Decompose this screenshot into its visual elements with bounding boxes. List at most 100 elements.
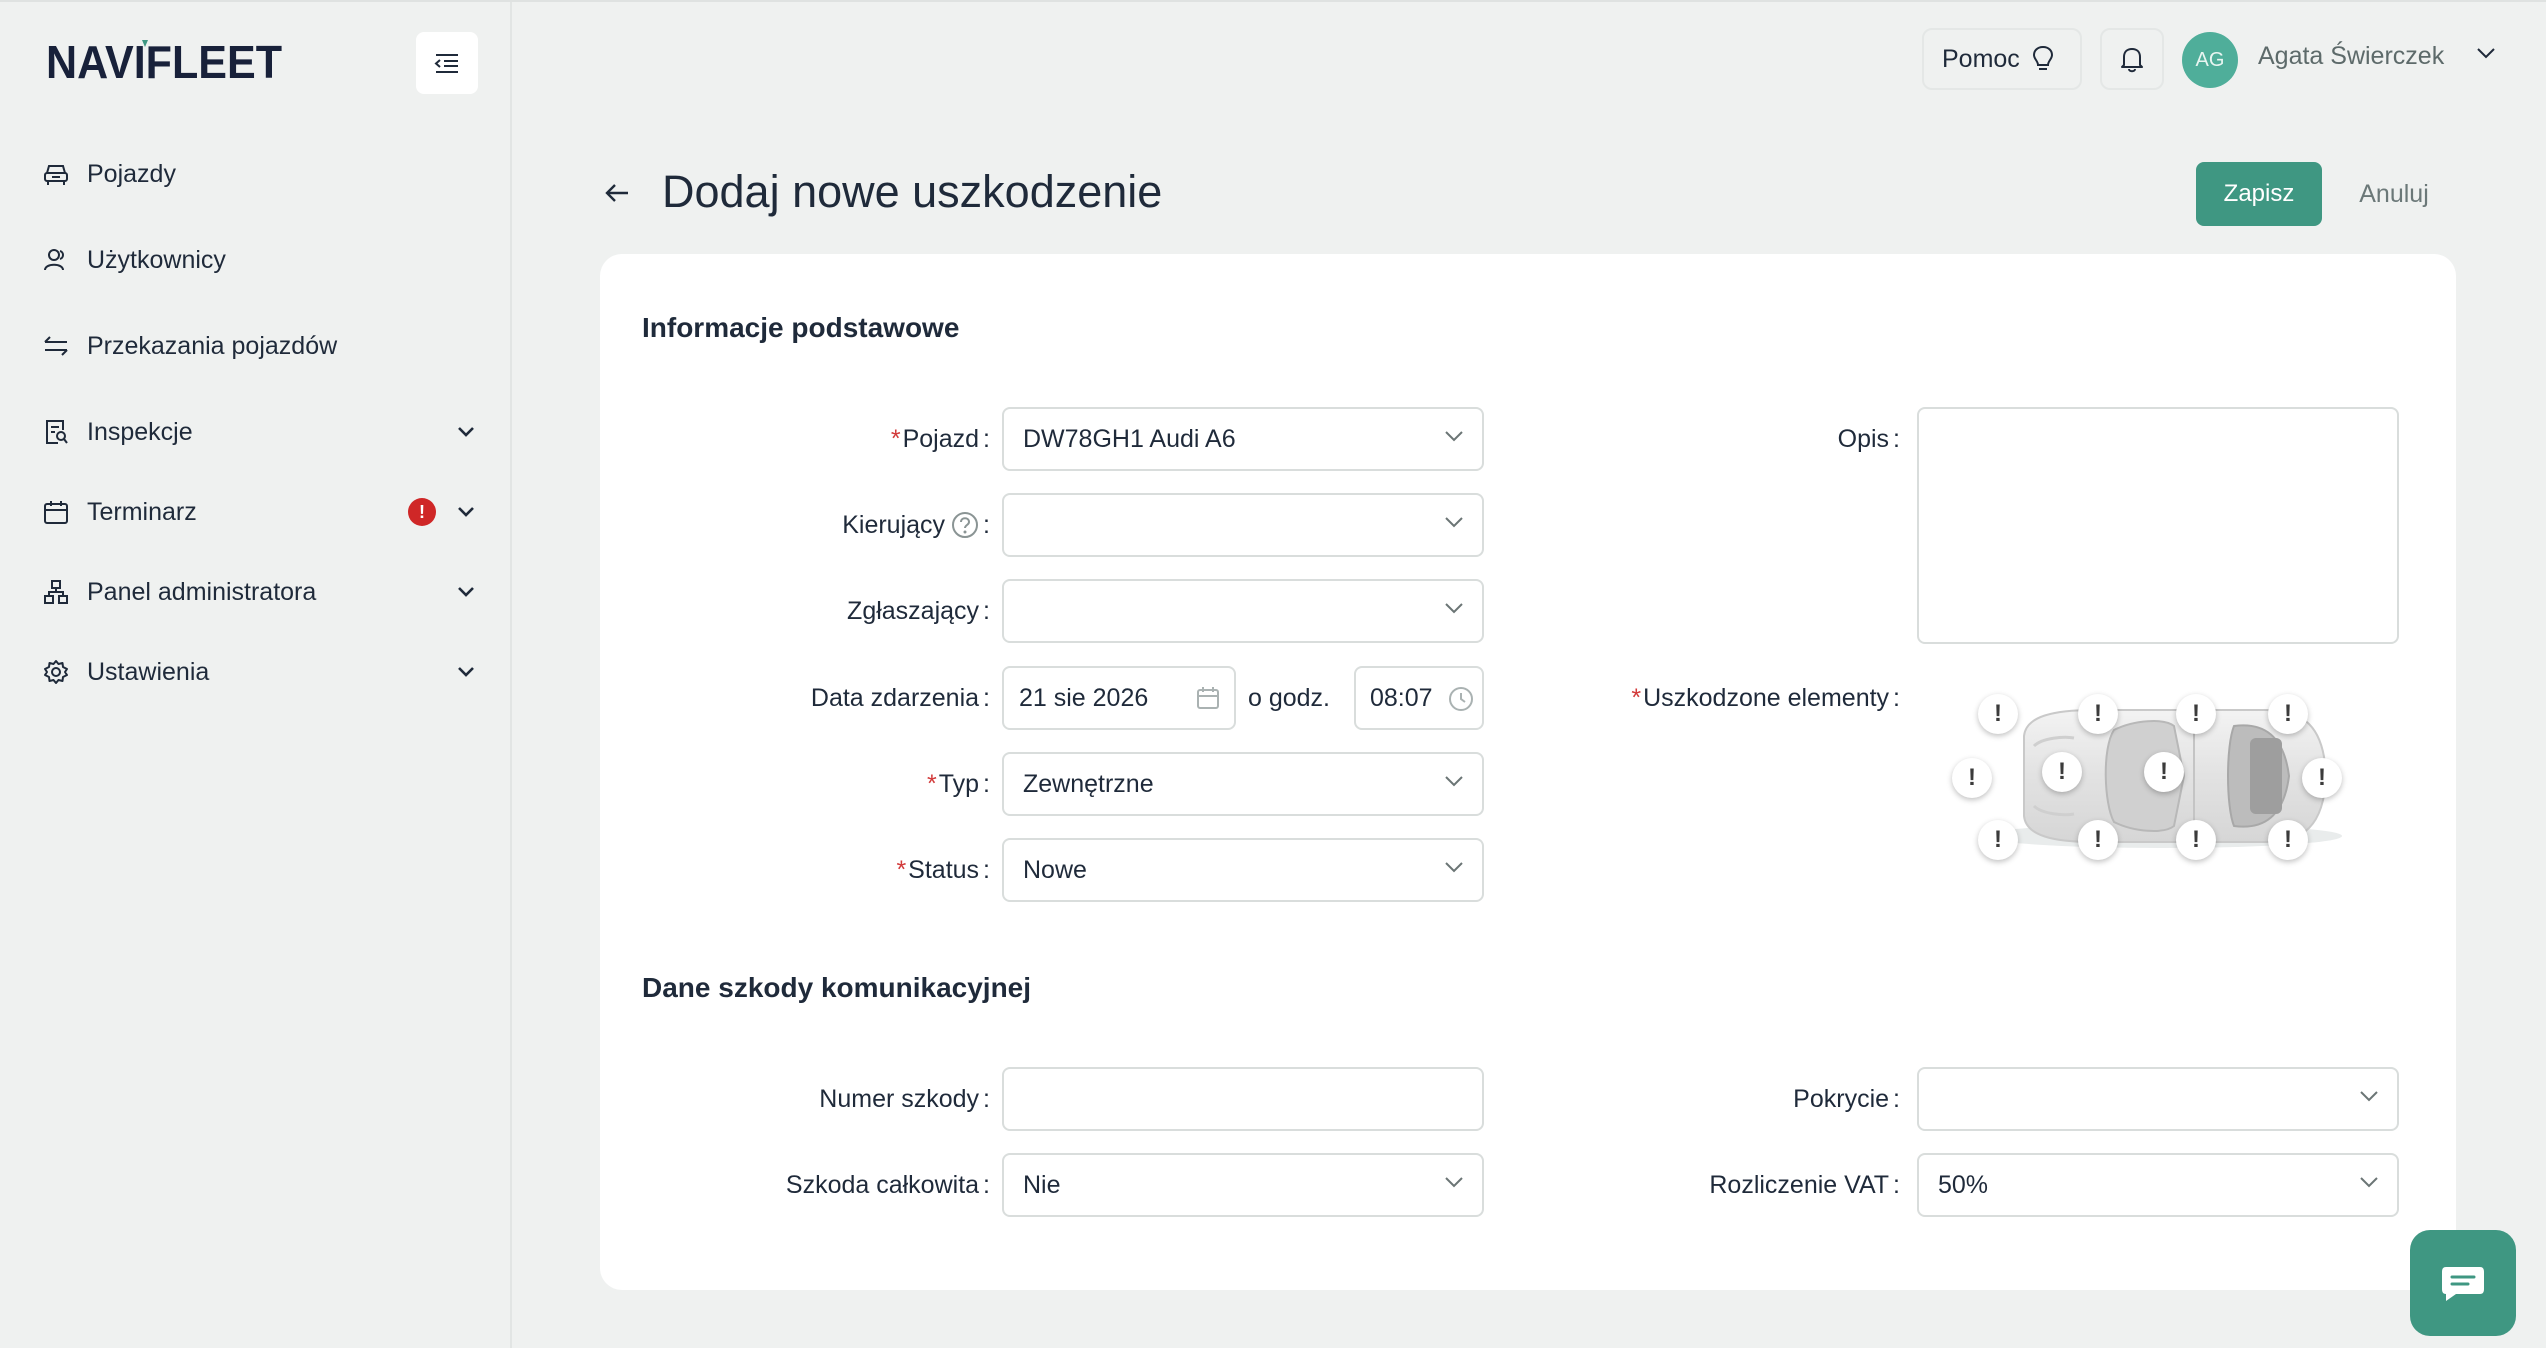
car-icon — [40, 158, 72, 190]
damage-marker[interactable]: ! — [2078, 694, 2118, 734]
section-title-claim: Dane szkody komunikacyjnej — [642, 972, 1032, 1003]
vehicle-label-text: Pojazd — [902, 424, 980, 453]
vat-value: 50% — [1938, 1170, 1989, 1199]
damage-marker[interactable]: ! — [1978, 694, 2018, 734]
description-label-text: Opis — [1837, 424, 1890, 453]
back-button[interactable] — [600, 176, 634, 210]
sidebar-item-users[interactable]: Użytkownicy — [40, 232, 480, 288]
chevron-down-icon — [1444, 515, 1464, 529]
page-title: Dodaj nowe uszkodzenie — [662, 166, 1163, 217]
damage-marker[interactable]: ! — [2268, 820, 2308, 860]
damage-marker[interactable]: ! — [2144, 752, 2184, 792]
sidebar-item-calendar[interactable]: Terminarz ! — [40, 484, 480, 540]
damage-marker[interactable]: ! — [2078, 820, 2118, 860]
bell-icon — [2121, 48, 2143, 73]
chat-widget-button[interactable] — [2410, 1230, 2516, 1336]
chevron-down-icon — [1444, 429, 1464, 443]
coverage-label: Pokrycie: — [1793, 1084, 1900, 1113]
damage-marker[interactable]: ! — [1952, 758, 1992, 798]
gear-icon — [40, 656, 72, 688]
event-date-value: 21 sie 2026 — [1019, 683, 1149, 712]
event-date-label: Data zdarzenia: — [810, 683, 990, 712]
car-damage-diagram[interactable]: ! ! ! ! ! ! ! ! ! ! ! ! — [1952, 686, 2360, 866]
section-title-basic: Informacje podstawowe — [642, 312, 960, 343]
damage-marker[interactable]: ! — [2176, 694, 2216, 734]
status-label: * Status: — [896, 855, 990, 884]
vehicle-label: * Pojazd: — [890, 424, 990, 453]
at-time-label: o godz. — [1247, 683, 1330, 712]
damage-marker[interactable]: ! — [2302, 758, 2342, 798]
arrow-left-icon — [605, 184, 628, 202]
help-label: Pomoc — [1942, 44, 2020, 73]
reporter-label-text: Zgłaszający — [847, 596, 980, 625]
navifleet-logo[interactable]: NAVIFLEET — [46, 38, 346, 86]
type-select[interactable]: Zewnętrzne — [1002, 752, 1484, 816]
reporter-select[interactable] — [1002, 579, 1484, 643]
damage-marker[interactable]: ! — [2268, 694, 2308, 734]
total-loss-value: Nie — [1023, 1170, 1061, 1199]
lightbulb-icon — [2032, 45, 2054, 73]
claim-number-input[interactable] — [1002, 1067, 1484, 1131]
claim-number-label-text: Numer szkody — [819, 1084, 980, 1113]
sidebar-item-label: Terminarz — [87, 497, 197, 526]
reporter-label: Zgłaszający: — [847, 596, 990, 625]
status-value: Nowe — [1023, 855, 1087, 884]
vat-label: Rozliczenie VAT: — [1709, 1170, 1900, 1199]
chevron-down-icon[interactable] — [452, 418, 480, 446]
sidebar-item-label: Ustawienia — [87, 657, 210, 686]
vat-label-text: Rozliczenie VAT — [1709, 1170, 1890, 1199]
damage-marker[interactable]: ! — [2176, 820, 2216, 860]
damage-marker[interactable]: ! — [2042, 752, 2082, 792]
cancel-button[interactable]: Anuluj — [2340, 162, 2448, 226]
chevron-down-icon — [2359, 1175, 2379, 1189]
chevron-down-icon[interactable] — [2476, 46, 2496, 65]
vat-select[interactable]: 50% — [1917, 1153, 2399, 1217]
calendar-icon — [1196, 686, 1220, 710]
sidebar-item-label: Inspekcje — [87, 417, 193, 446]
chevron-down-icon[interactable] — [452, 578, 480, 606]
chevron-down-icon — [1444, 774, 1464, 788]
coverage-label-text: Pokrycie — [1793, 1084, 1890, 1113]
alert-badge: ! — [408, 498, 436, 526]
sidebar-item-label: Użytkownicy — [87, 245, 226, 274]
chevron-down-icon — [2359, 1089, 2379, 1103]
total-loss-label: Szkoda całkowita: — [785, 1170, 990, 1199]
damage-marker[interactable]: ! — [1978, 820, 2018, 860]
coverage-select[interactable] — [1917, 1067, 2399, 1131]
chevron-down-icon — [1444, 860, 1464, 874]
inspection-icon — [40, 416, 72, 448]
svg-text:NAVIFLEET: NAVIFLEET — [46, 38, 282, 86]
calendar-icon — [40, 496, 72, 528]
save-button[interactable]: Zapisz — [2196, 162, 2322, 226]
sidebar: NAVIFLEET Pojazdy Użytkownicy Przekazani… — [0, 2, 512, 1348]
avatar[interactable]: AG — [2182, 32, 2238, 88]
description-textarea[interactable] — [1917, 407, 2399, 644]
event-time-input[interactable]: 08:07 — [1354, 666, 1484, 730]
hierarchy-icon — [40, 576, 72, 608]
sidebar-item-admin-panel[interactable]: Panel administratora — [40, 564, 480, 620]
event-date-label-text: Data zdarzenia — [810, 683, 980, 712]
sidebar-item-label: Pojazdy — [87, 159, 176, 188]
question-circle-icon[interactable] — [951, 511, 979, 539]
driver-select[interactable] — [1002, 493, 1484, 557]
chevron-down-icon[interactable] — [452, 658, 480, 686]
status-select[interactable]: Nowe — [1002, 838, 1484, 902]
notifications-button[interactable] — [2100, 28, 2164, 90]
driver-label: Kierujący : — [842, 510, 990, 539]
users-icon — [40, 244, 72, 276]
total-loss-select[interactable]: Nie — [1002, 1153, 1484, 1217]
chevron-down-icon[interactable] — [452, 498, 480, 526]
collapse-sidebar-button[interactable] — [416, 32, 478, 94]
sidebar-item-inspections[interactable]: Inspekcje — [40, 404, 480, 460]
damaged-elements-label: * Uszkodzone elementy: — [1631, 683, 1900, 712]
help-button[interactable]: Pomoc — [1922, 28, 2082, 90]
user-name[interactable]: Agata Świerczek — [2258, 42, 2444, 71]
sidebar-item-vehicles[interactable]: Pojazdy — [40, 146, 480, 202]
sidebar-item-settings[interactable]: Ustawienia — [40, 644, 480, 700]
type-label: * Typ: — [927, 769, 990, 798]
sidebar-item-transfers[interactable]: Przekazania pojazdów — [40, 318, 480, 374]
event-date-input[interactable]: 21 sie 2026 — [1002, 666, 1236, 730]
damaged-elements-label-text: Uszkodzone elementy — [1643, 683, 1890, 712]
type-value: Zewnętrzne — [1023, 769, 1154, 798]
vehicle-select[interactable]: DW78GH1 Audi A6 — [1002, 407, 1484, 471]
